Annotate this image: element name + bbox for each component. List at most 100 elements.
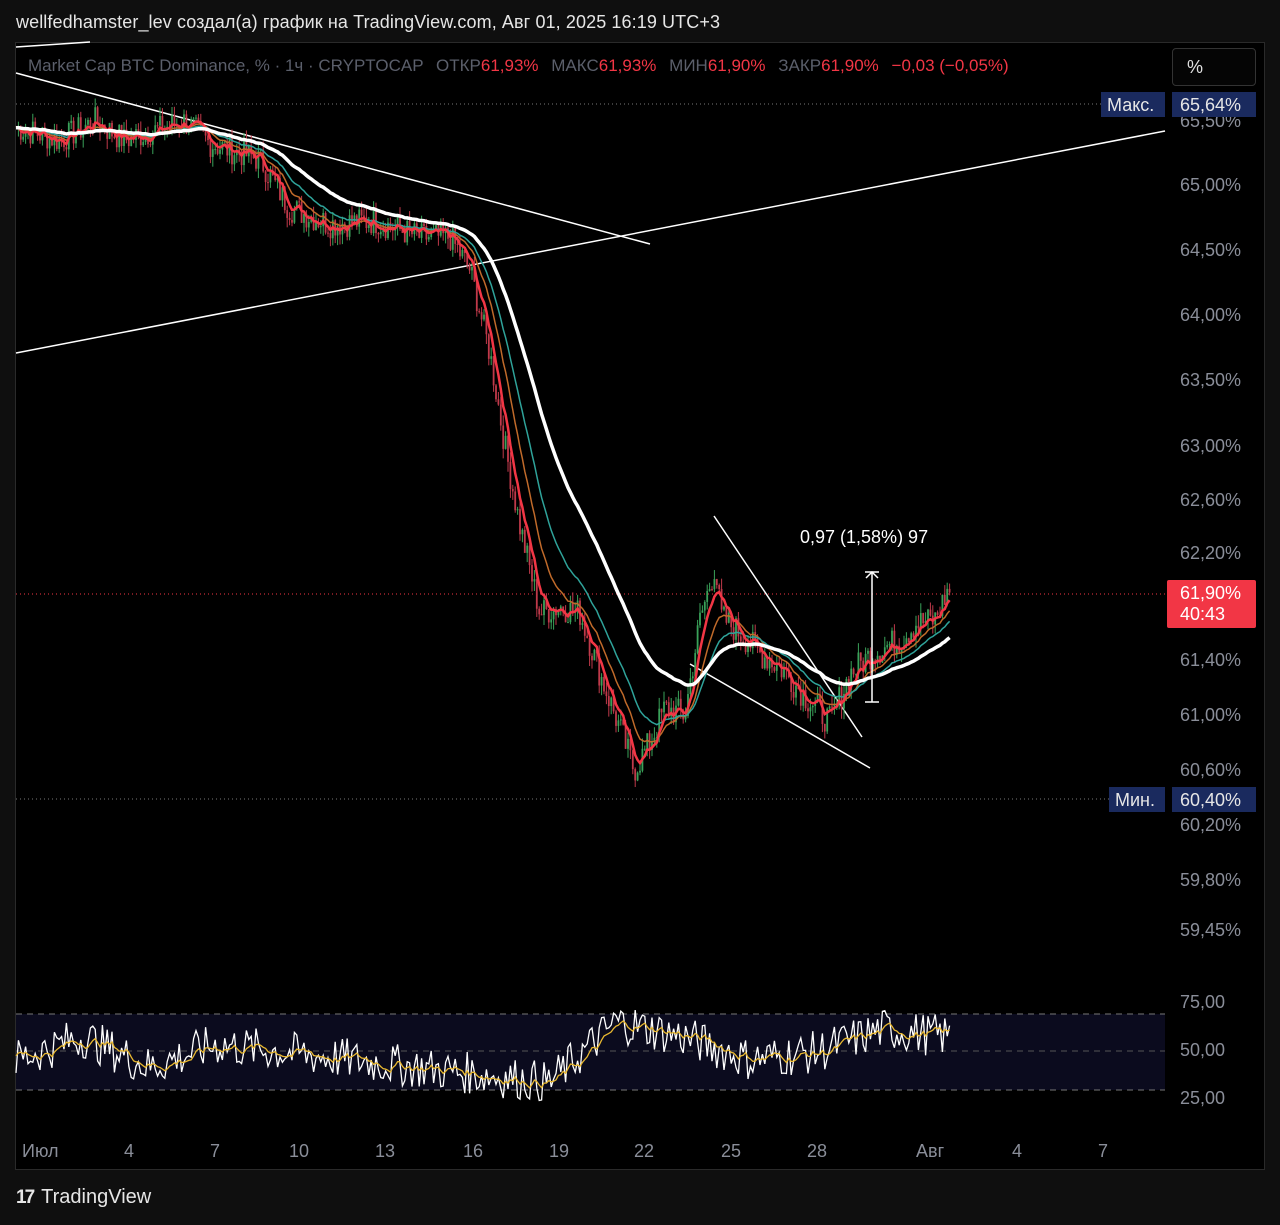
candle-body — [663, 701, 665, 713]
rsi-tick-label: 50,00 — [1180, 1040, 1225, 1060]
candle-body — [159, 115, 161, 126]
candle-body — [586, 635, 589, 639]
candle-body — [703, 601, 706, 611]
candle-body — [540, 614, 543, 616]
min-value: 60,40% — [1180, 790, 1241, 810]
time-tick-label: 22 — [634, 1141, 654, 1161]
candle-body — [269, 170, 272, 183]
candle-body — [264, 171, 267, 183]
candle-body — [665, 701, 668, 703]
candle-body — [677, 698, 680, 706]
candle-body — [593, 649, 596, 661]
price-tick-label: 65,00% — [1180, 175, 1241, 195]
candle-body — [811, 705, 814, 708]
candle-body — [319, 226, 322, 228]
candle-body — [70, 120, 73, 124]
candle-body — [288, 217, 291, 220]
candle-body — [869, 650, 872, 670]
candle-body — [367, 225, 370, 229]
candle-body — [708, 589, 711, 591]
candle-body — [96, 107, 99, 125]
legend-low-label: МИН — [669, 56, 708, 75]
price-axis[interactable]: 65,50%65,00%64,50%64,00%63,50%63,00%62,6… — [1180, 111, 1241, 940]
candle-body — [286, 210, 289, 218]
candle-body — [711, 589, 713, 591]
candle-body — [607, 696, 610, 707]
measure-label: 0,97 (1,58%) 97 — [800, 527, 928, 547]
candle-body — [461, 249, 464, 257]
candle-body — [377, 233, 380, 235]
candle-body — [725, 606, 728, 623]
candle-body — [610, 697, 613, 707]
wedge-lower-line[interactable] — [689, 663, 871, 769]
candle-body — [211, 149, 214, 157]
candle-body — [763, 657, 766, 669]
candle-body — [315, 222, 317, 230]
candle-body — [214, 149, 217, 151]
candle-body — [634, 769, 637, 781]
candle-body — [204, 130, 207, 136]
time-tick-label: 4 — [124, 1141, 134, 1161]
time-tick-label: 10 — [289, 1141, 309, 1161]
candle-body — [617, 720, 620, 726]
candle-body — [631, 750, 634, 770]
price-tick-label: 63,00% — [1180, 436, 1241, 456]
time-tick-label: Июл — [22, 1141, 59, 1161]
candle-body — [379, 231, 382, 235]
candle-body — [127, 140, 130, 147]
tradingview-logo[interactable]: 17 TradingView — [16, 1186, 151, 1209]
candle-body — [893, 630, 896, 655]
candle-body — [922, 613, 925, 624]
candle-body — [115, 138, 118, 148]
candle-body — [495, 385, 497, 400]
candle-body — [492, 356, 495, 386]
candle-body — [792, 692, 795, 698]
candle-body — [490, 356, 493, 359]
unit-button[interactable]: % — [1172, 48, 1256, 86]
price-chart[interactable]: 0,97 (1,58%) 97 65,50%65,00%64,50%64,00%… — [0, 0, 1280, 1225]
rsi-axis[interactable]: 75,00 50,00 25,00 — [1180, 992, 1225, 1108]
candle-body — [795, 685, 797, 698]
legend-change: −0,03 (−0,05%) — [891, 56, 1009, 75]
candle-body — [807, 708, 809, 712]
time-tick-label: Авг — [916, 1141, 945, 1161]
legend-low: 61,90% — [707, 56, 766, 75]
candle-body — [327, 232, 329, 234]
price-tick-label: 64,00% — [1180, 305, 1241, 325]
price-tick-label: 63,50% — [1180, 370, 1241, 390]
candle-body — [727, 612, 730, 623]
candle-body — [550, 619, 553, 623]
candle-body — [480, 312, 483, 320]
trendline-top-left[interactable] — [15, 41, 91, 48]
candle-body — [535, 579, 538, 609]
candle-body — [307, 221, 310, 228]
candle-body — [523, 529, 526, 553]
legend-symbol: Market Cap BTC Dominance, % · 1ч · CRYPT… — [28, 56, 424, 75]
legend-open-label: ОТКР — [436, 56, 481, 75]
max-value: 65,64% — [1180, 95, 1241, 115]
candle-body — [487, 334, 490, 359]
candle-body — [449, 238, 452, 250]
candle-body — [149, 144, 152, 146]
candle-body — [929, 609, 932, 616]
candle-body — [852, 668, 855, 675]
candle-body — [360, 209, 363, 216]
candle-body — [161, 115, 164, 134]
time-axis[interactable]: Июл 4 7 10 13 16 19 22 25 28 Авг 4 7 — [22, 1141, 1108, 1161]
candle-body — [427, 237, 430, 240]
candle-body — [483, 314, 485, 320]
candle-body — [192, 118, 195, 120]
candle-body — [547, 609, 550, 623]
measure-tool[interactable] — [865, 570, 879, 703]
candle-body — [509, 461, 512, 489]
candle-body — [499, 404, 502, 426]
candle-body — [783, 668, 785, 678]
candle-body — [739, 636, 742, 642]
price-tick-label: 62,60% — [1180, 490, 1241, 510]
price-tick-label: 61,40% — [1180, 650, 1241, 670]
candle-body — [156, 125, 159, 127]
candle-body — [571, 602, 574, 613]
time-tick-label: 28 — [807, 1141, 827, 1161]
candle-body — [943, 594, 946, 605]
trendline-ascending[interactable] — [15, 130, 1166, 354]
